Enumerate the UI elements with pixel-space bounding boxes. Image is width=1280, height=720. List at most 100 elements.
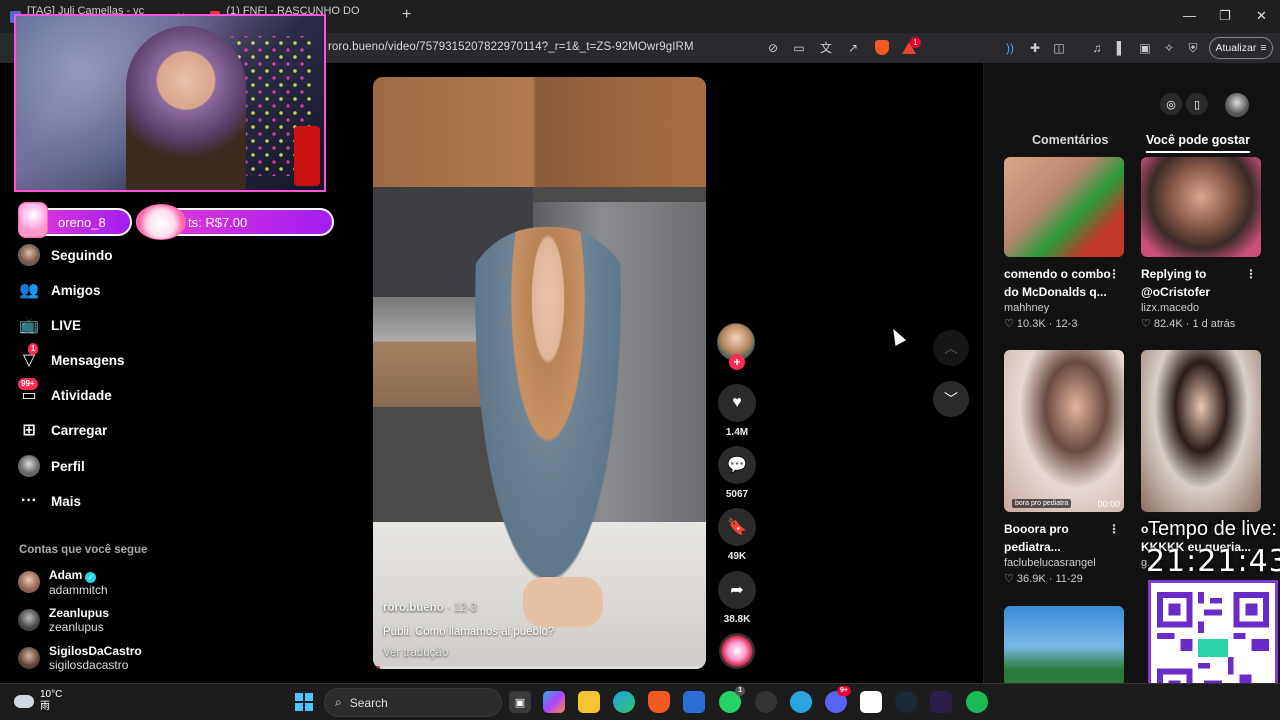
windows-taskbar: 10°C 雨 ⌕ Search ▣ 1 9+ [0, 683, 1280, 720]
share-action[interactable]: ➦ 38.8K [717, 571, 757, 625]
video-thumbnail[interactable] [1141, 350, 1261, 512]
music-disc-icon[interactable] [719, 633, 755, 669]
minimize-icon[interactable]: — [1183, 8, 1196, 23]
steam-icon[interactable] [895, 691, 917, 713]
compass-icon[interactable]: ◎ [1160, 93, 1182, 115]
card-title-line2: pediatra... [1004, 540, 1061, 554]
recommended-video-card[interactable]: comendo o combo ⋮ do McDonalds q... mahhne… [1004, 157, 1124, 330]
nav-item-following[interactable]: Seguindo [18, 243, 113, 267]
followed-account[interactable]: SigilosDaCastro sigilosdacastro [18, 641, 142, 675]
nav-item-activity[interactable]: ▭ 99+ Atividade [18, 378, 112, 407]
card-author: faclubelucasrangel [1004, 557, 1096, 569]
card-title: Replying to [1141, 267, 1207, 281]
discord-icon[interactable]: 9+ [825, 686, 851, 713]
app-icon[interactable] [755, 691, 777, 713]
messages-badge: 1 [28, 343, 39, 355]
store-icon[interactable] [683, 691, 705, 713]
like-action[interactable]: ♥ 1.4M [717, 384, 757, 438]
whatsapp-icon[interactable]: 1 [719, 686, 745, 713]
follow-plus-icon[interactable]: + [729, 354, 745, 370]
nav-label: Seguindo [51, 247, 113, 263]
video-thumbnail[interactable] [1004, 606, 1124, 686]
edge-icon[interactable] [613, 691, 635, 713]
card-stats: ♡ 10.3K · 12-3 [1004, 318, 1078, 330]
video-thumbnail[interactable]: bora pro pediatra 00:00 [1004, 350, 1124, 512]
video-author[interactable]: roro.bueno [383, 602, 444, 614]
close-window-icon[interactable]: ✕ [1256, 8, 1267, 24]
video-meta: roro.bueno · 12-3 Publi. Como llamamos a… [383, 602, 554, 659]
taskbar-search[interactable]: ⌕ Search [324, 688, 502, 717]
update-button[interactable]: Atualizar ≡ [1209, 37, 1273, 59]
brave-icon[interactable] [648, 691, 670, 713]
nav-item-live[interactable]: 📺 LIVE [18, 313, 81, 337]
save-action[interactable]: 🔖 49K [717, 508, 757, 562]
video-progress-bar[interactable] [373, 666, 706, 669]
share-icon[interactable]: ↗ [846, 41, 860, 55]
share-arrow-icon[interactable]: ➦ [718, 571, 756, 609]
followed-account[interactable]: Adam ✓ adammitch [18, 565, 108, 599]
donation-pill: ts: R$7.00 [136, 204, 334, 240]
tab-comments[interactable]: Comentários [1032, 133, 1108, 147]
obs-icon[interactable] [930, 691, 952, 713]
task-view-icon[interactable]: ▣ [509, 691, 531, 713]
video-thumbnail[interactable] [1004, 157, 1124, 257]
donation-text: ts: R$7.00 [188, 214, 248, 230]
extensions-icon[interactable]: ✚ [1028, 41, 1042, 55]
video-thumbnail[interactable] [1141, 157, 1261, 257]
video-subject [463, 227, 633, 627]
account-name: SigilosDaCastro [49, 644, 142, 658]
more-options-icon[interactable]: ⋮ [1108, 520, 1120, 538]
video-date: · 12-3 [446, 602, 477, 614]
nav-item-upload[interactable]: ⊞ Carregar [18, 418, 107, 442]
nav-item-profile[interactable]: Perfil [18, 454, 85, 478]
audio-icon[interactable]: )) [1003, 41, 1017, 55]
wallet-icon[interactable]: ▣ [1138, 41, 1152, 55]
sidebar-icon[interactable]: ▌ [1114, 41, 1128, 55]
new-tab-icon[interactable]: + [402, 6, 411, 24]
comment-action[interactable]: 💬 5067 [717, 446, 757, 500]
recommended-video-card[interactable] [1004, 606, 1124, 686]
spotify-icon[interactable] [966, 691, 988, 713]
user-avatar[interactable] [1225, 93, 1249, 117]
next-video-button[interactable]: ﹀ [933, 381, 969, 417]
tab-you-may-like[interactable]: Você pode gostar [1146, 133, 1250, 153]
translate-icon[interactable]: 文 [819, 41, 833, 55]
copilot-icon[interactable] [543, 691, 565, 713]
nav-item-friends[interactable]: 👥 Amigos [18, 278, 100, 302]
cast-icon[interactable]: ▭ [792, 41, 806, 55]
capture-icon[interactable]: ◫ [1052, 41, 1066, 55]
url-field[interactable]: roro.bueno/video/7579315207822970114?_r=… [328, 41, 694, 53]
menu-icon: ≡ [1260, 42, 1267, 54]
sushi-icon [136, 204, 186, 240]
rewards-badge: 1 [910, 37, 921, 48]
capcut-icon[interactable] [860, 691, 882, 713]
bookmark-icon[interactable]: 🔖 [718, 508, 756, 546]
chevron-up-icon: ︿ [944, 340, 958, 356]
video-player[interactable]: roro.bueno · 12-3 Publi. Como llamamos a… [373, 77, 706, 669]
more-options-icon[interactable]: ⋮ [1108, 265, 1120, 283]
recommended-video-card[interactable]: Replying to ⋮ @oCristofer lizx.macedo ♡ 82… [1141, 157, 1261, 330]
comment-icon[interactable]: 💬 [718, 446, 756, 484]
previous-video-button[interactable]: ︿ [933, 330, 969, 366]
account-username: zeanlupus [49, 620, 104, 634]
windows-start-icon[interactable] [293, 691, 315, 713]
translate-link[interactable]: Ver tradução [383, 647, 554, 659]
music-icon[interactable]: ♫ [1090, 41, 1104, 55]
activity-badge: 99+ [18, 378, 38, 390]
file-explorer-icon[interactable] [578, 691, 600, 713]
no-camera-icon[interactable]: ⊘ [766, 41, 780, 55]
nav-item-more[interactable]: ··· Mais [18, 489, 81, 513]
ai-icon[interactable]: ✧ [1162, 41, 1176, 55]
device-icon[interactable]: ▯ [1186, 93, 1208, 115]
weather-widget[interactable]: 10°C 雨 [14, 689, 62, 713]
vpn-shield-icon[interactable]: ⛨ [1186, 41, 1200, 55]
maximize-icon[interactable]: ❐ [1219, 8, 1231, 24]
nav-item-messages[interactable]: ▽ 1 Mensagens [18, 343, 125, 372]
followed-account[interactable]: Zeanlupus zeanlupus [18, 603, 109, 637]
telegram-icon[interactable] [790, 691, 812, 713]
heart-icon[interactable]: ♥ [718, 384, 756, 422]
more-options-icon[interactable]: ⋮ [1245, 265, 1257, 283]
card-stats: ♡ 36.9K · 11-29 [1004, 573, 1083, 585]
recommended-video-card[interactable]: bora pro pediatra 00:00 Booora pro ⋮ pedia… [1004, 350, 1124, 585]
brave-shield-icon[interactable] [875, 40, 889, 55]
